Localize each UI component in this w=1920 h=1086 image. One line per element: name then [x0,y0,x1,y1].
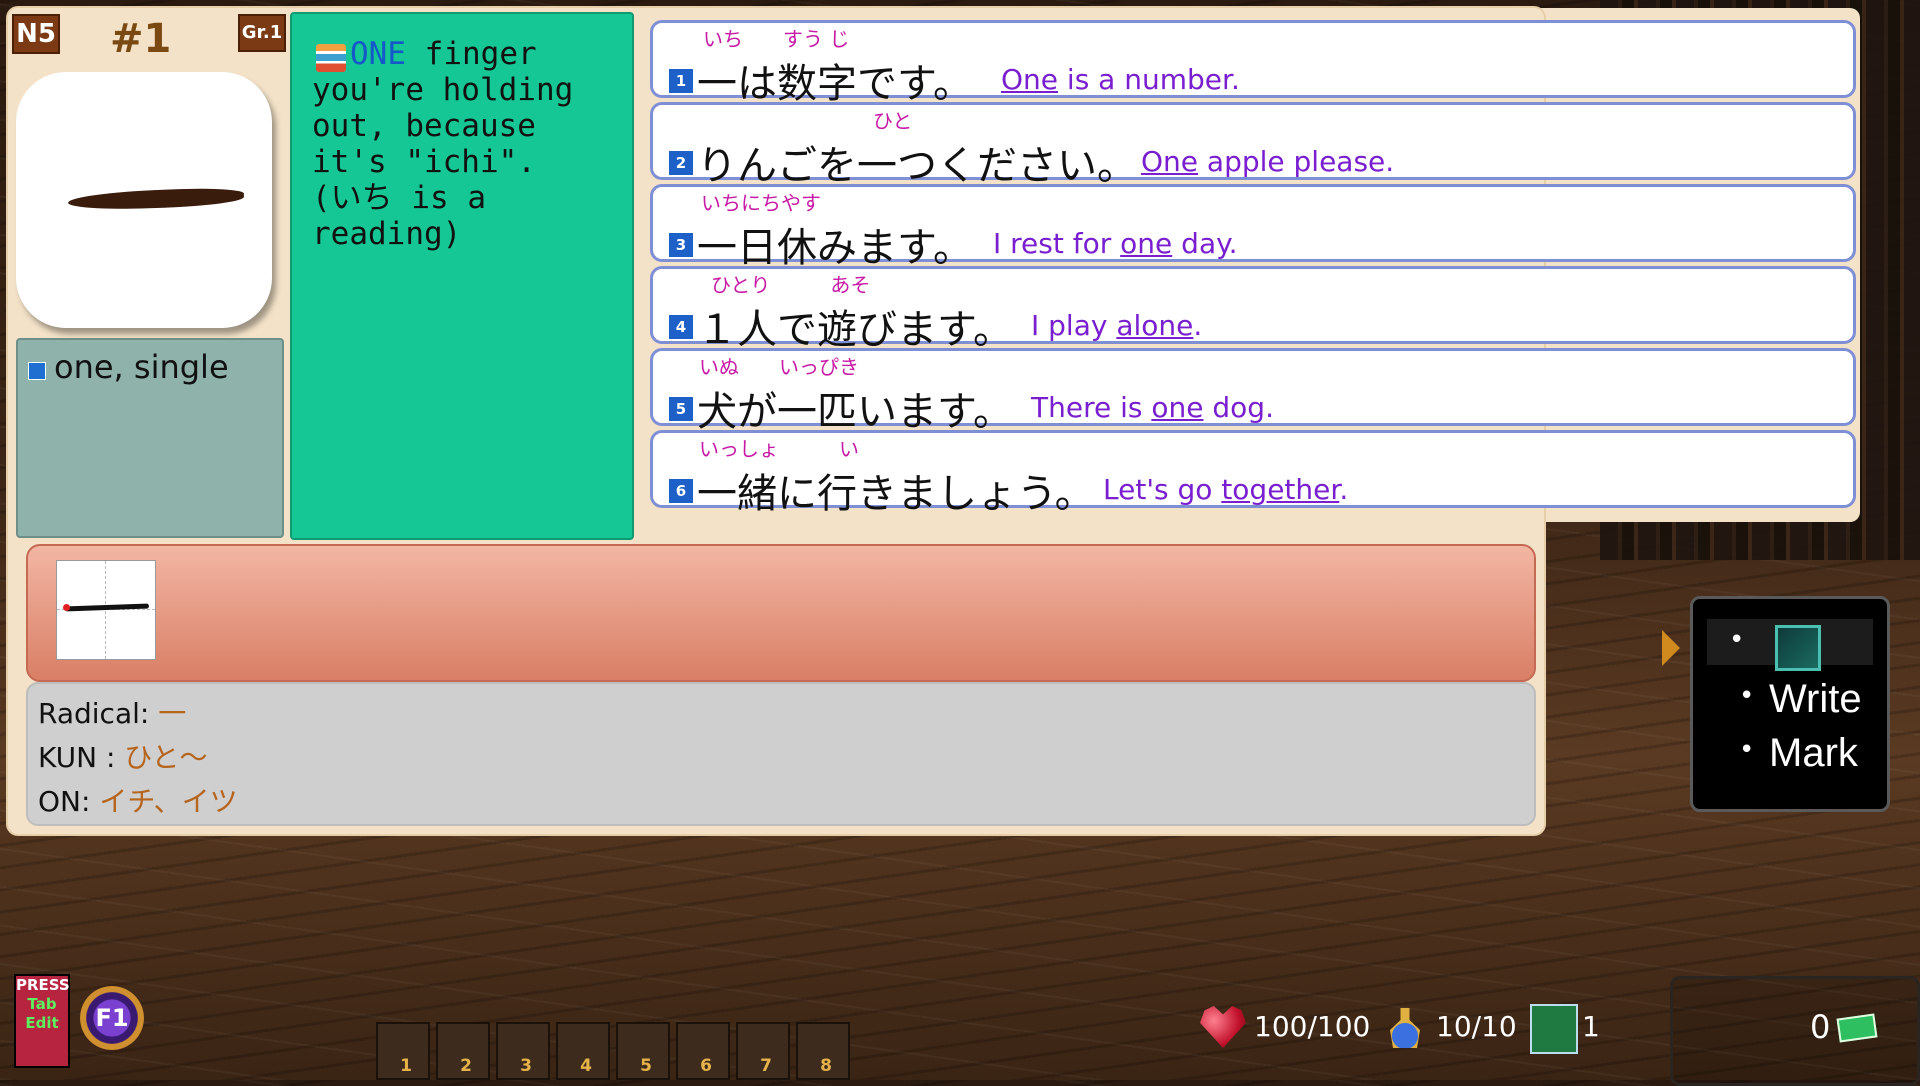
money-value: 0 [1810,1008,1831,1046]
kanji-glyph [67,186,245,212]
sentence-row[interactable]: いちにちやす 3 一日休みます。 I rest for one day. [650,184,1856,271]
hotbar-slot[interactable]: 2 [436,1022,490,1080]
sentence-ruby: いぬ いっぴき [699,355,859,379]
sentence-japanese: 一緒に行きましょう。 [697,471,1095,517]
sentence-ruby: いちにちやす [701,191,821,215]
menu-item-write[interactable]: Write [1769,677,1862,722]
help-f1-button[interactable]: F1 [80,986,144,1050]
kanji-display-card[interactable] [16,72,272,328]
sentence-japanese: りんごを一つください。 [697,143,1137,189]
sentence-number: 1 [669,69,693,93]
mnemonic-text: ONE finger you're holding out, because i… [312,36,624,252]
meaning-icon [28,362,46,380]
health-value: 100/100 [1254,1010,1371,1043]
card-count: 1 [1582,1010,1600,1043]
readings-panel: Radical: 一 KUN : ひと〜 ON: イチ、イツ [26,682,1536,826]
kun-row: KUN : ひと〜 [38,741,208,774]
sentence-number: 3 [669,233,693,257]
sentence-english: There is one dog. [1031,391,1274,424]
radical-row: Radical: 一 [38,697,187,730]
sentence-english: One is a number. [1001,63,1240,96]
sentence-number: 2 [669,151,693,175]
kanji-number: #1 [110,16,172,62]
sentence-ruby: いち すう じ [703,27,850,51]
hotbar-slot[interactable]: 3 [496,1022,550,1080]
stroke-path [64,603,150,612]
mnemonic-box: ONE finger you're holding out, because i… [290,12,634,540]
example-sentences: いち すう じ 1 一は数字です。 One is a number. ひと 2 … [650,20,1856,517]
sentence-ruby: ひとり あそ [711,273,871,297]
sentence-english: I rest for one day. [993,227,1238,260]
sentence-ruby: ひと [873,109,913,133]
sentence-number: 6 [669,479,693,503]
meaning-text: one, single [54,348,229,386]
menu-pointer-icon [1662,630,1680,666]
sentence-row[interactable]: いち すう じ 1 一は数字です。 One is a number. [650,20,1856,107]
hotbar-slot[interactable]: 7 [736,1022,790,1080]
meaning-box: one, single [16,338,284,538]
mnemonic-keyword: ONE [350,36,406,72]
mana-value: 10/10 [1436,1010,1517,1043]
on-row: ON: イチ、イツ [38,785,238,818]
sentence-japanese: 一日休みます。 [697,225,973,271]
sentence-row[interactable]: いぬ いっぴき 5 犬が一匹います。 There is one dog. [650,348,1856,435]
kanji-card-icon [1530,1004,1578,1054]
jlpt-level-badge: N5 [12,14,60,54]
mnemonic-note: (いち is a reading) [312,180,486,252]
hotbar-slot[interactable]: 1 [376,1022,430,1080]
sentence-row[interactable]: ひと 2 りんごを一つください。 One apple please. [650,102,1856,189]
sentence-japanese: 犬が一匹います。 [697,389,1013,435]
sentence-ruby: いっしょ い [699,437,859,461]
grade-badge: Gr.1 [238,14,286,52]
sentence-row[interactable]: ひとり あそ 4 １人で遊びます。 I play alone. [650,266,1856,353]
edit-mode-hint[interactable]: PRESS Tab Edit [14,974,70,1068]
stroke-order-frame[interactable] [56,560,156,660]
sentence-japanese: １人で遊びます。 [697,307,1013,353]
heart-icon [1200,1006,1246,1048]
sentence-english: One apple please. [1141,145,1395,178]
action-menu: • • Write • Mark [1690,596,1890,812]
hotbar-slot[interactable]: 6 [676,1022,730,1080]
edit-icon[interactable] [1775,625,1821,671]
hotbar-slot[interactable]: 4 [556,1022,610,1080]
sentence-number: 4 [669,315,693,339]
menu-item-mark[interactable]: Mark [1769,731,1858,776]
stroke-start-dot [63,604,70,611]
sentence-english: Let's go together. [1103,473,1349,506]
sentence-english: I play alone. [1031,309,1203,342]
sentence-row[interactable]: いっしょ い 6 一緒に行きましょう。 Let's go together. [650,430,1856,517]
stroke-order-panel [26,544,1536,682]
hotbar-slot[interactable]: 5 [616,1022,670,1080]
hotbar-slot[interactable]: 8 [796,1022,850,1080]
sentence-number: 5 [669,397,693,421]
potion-icon [1390,1008,1420,1048]
sentence-japanese: 一は数字です。 [697,61,973,107]
money-panel [1670,976,1920,1086]
